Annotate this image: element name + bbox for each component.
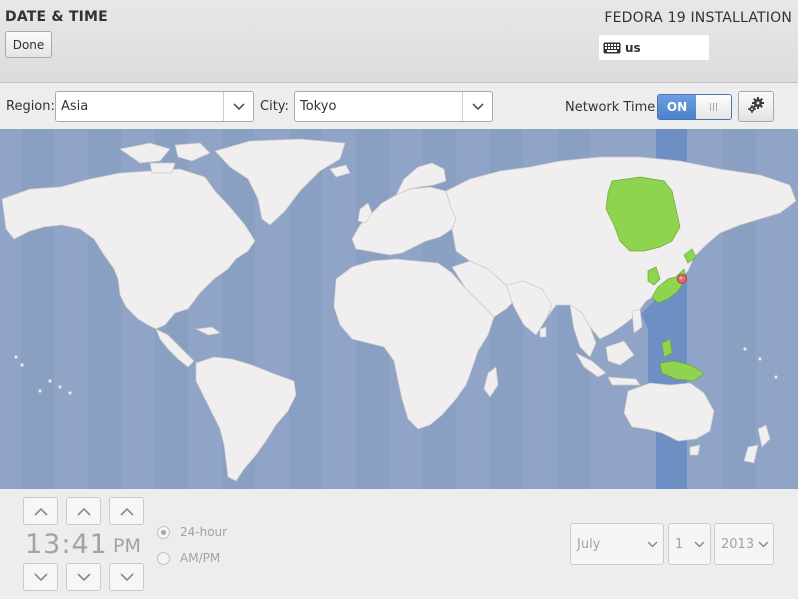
- radio-ampm[interactable]: [157, 551, 170, 565]
- hours-value: 13: [25, 529, 62, 560]
- chevron-up-icon: [119, 507, 134, 516]
- keyboard-layout-indicator[interactable]: us: [599, 35, 709, 60]
- day-combo[interactable]: 1: [668, 523, 711, 565]
- network-time-label: Network Time: [565, 100, 656, 115]
- switch-on-label: ON: [658, 95, 696, 119]
- city-combo[interactable]: Tokyo: [294, 91, 493, 122]
- region-combo[interactable]: Asia: [55, 91, 254, 122]
- minute-up-button[interactable]: [66, 497, 101, 525]
- ntp-settings-button[interactable]: [738, 91, 774, 122]
- chevron-down-icon: [76, 572, 91, 581]
- ampm-down-button[interactable]: [109, 563, 144, 591]
- ampm-value: PM: [113, 535, 141, 557]
- timezone-toolbar: Region: Asia City: Tokyo Network Time ON: [0, 84, 798, 129]
- hour-down-button[interactable]: [23, 563, 58, 591]
- done-button[interactable]: Done: [5, 31, 52, 58]
- format-ampm-label: AM/PM: [180, 551, 221, 565]
- chevron-up-icon: [33, 507, 48, 516]
- keyboard-icon: [603, 42, 621, 54]
- network-time-switch[interactable]: ON: [657, 94, 732, 120]
- page-title: DATE & TIME: [5, 9, 108, 25]
- chevron-up-icon: [76, 507, 91, 516]
- month-value: July: [577, 536, 601, 552]
- minutes-value: 41: [71, 529, 108, 560]
- time-display: 13:41: [25, 529, 108, 560]
- format-24-hour-label: 24-hour: [180, 525, 228, 539]
- ampm-up-button[interactable]: [109, 497, 144, 525]
- chevron-down-icon: [33, 572, 48, 581]
- day-value: 1: [675, 536, 684, 552]
- chevron-down-icon: [462, 92, 492, 121]
- time-date-panel: 13:41 PM 24-hour AM/PM July 1 2013: [0, 489, 798, 599]
- hour-up-button[interactable]: [23, 497, 58, 525]
- format-ampm-option[interactable]: AM/PM: [157, 551, 220, 565]
- chevron-down-icon: [641, 540, 663, 548]
- region-label: Region:: [6, 99, 55, 114]
- year-combo[interactable]: 2013: [714, 523, 774, 565]
- selected-city-pin[interactable]: [677, 274, 687, 284]
- chevron-down-icon: [119, 572, 134, 581]
- month-combo[interactable]: July: [570, 523, 664, 565]
- keyboard-layout-label: us: [625, 40, 641, 55]
- header-bar: DATE & TIME Done FEDORA 19 INSTALLATION …: [0, 0, 798, 83]
- year-value: 2013: [721, 536, 755, 552]
- chevron-down-icon: [223, 92, 253, 121]
- gear-icon: [747, 96, 765, 117]
- installer-title: FEDORA 19 INSTALLATION: [604, 10, 792, 26]
- region-value: Asia: [61, 99, 89, 114]
- city-label: City:: [260, 99, 289, 114]
- time-separator: :: [61, 529, 72, 560]
- switch-knob[interactable]: [696, 95, 731, 119]
- radio-24-hour[interactable]: [157, 525, 170, 539]
- chevron-down-icon: [688, 540, 710, 548]
- format-24-hour-option[interactable]: 24-hour: [157, 525, 227, 539]
- city-value: Tokyo: [300, 99, 337, 114]
- chevron-down-icon: [754, 540, 773, 548]
- timezone-map[interactable]: [0, 129, 798, 489]
- minute-down-button[interactable]: [66, 563, 101, 591]
